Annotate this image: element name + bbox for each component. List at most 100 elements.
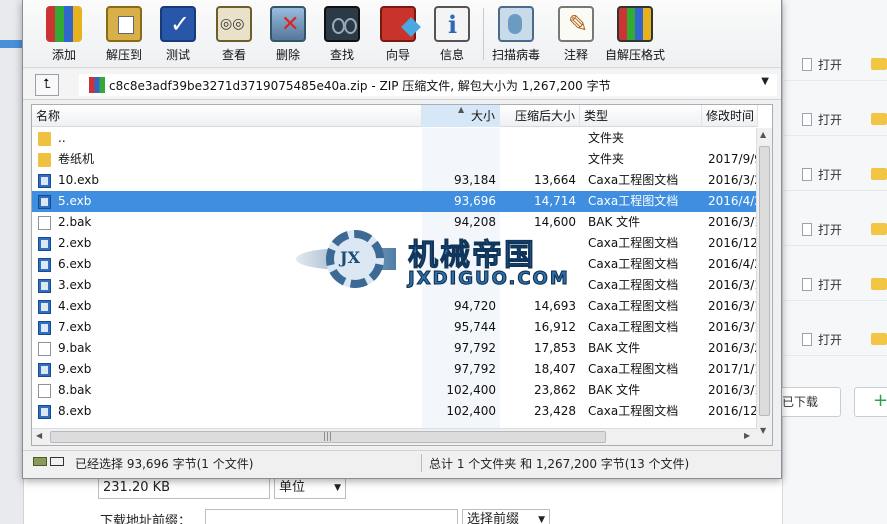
open-button[interactable]: 打开 (802, 221, 842, 238)
file-name: 2.exb (58, 236, 92, 250)
file-size: 97,792 (454, 362, 496, 376)
up-arrow-icon: ⮤ (43, 77, 51, 92)
open-button[interactable]: 打开 (802, 276, 842, 293)
caxa-file-icon (38, 174, 51, 188)
file-row[interactable]: 2.bak 94,208 14,600 BAK 文件 2016/3/1 (32, 212, 762, 233)
column-header-type[interactable]: 类型 (580, 105, 702, 127)
add-button[interactable]: + (854, 387, 887, 417)
address-bar: ⮤ c8c8e3adf39be3271d3719075485e40a.zip -… (23, 70, 781, 100)
file-size: 95,744 (454, 320, 496, 334)
toolbar-sfx-label: 自解压格式 (604, 48, 665, 62)
file-name: 10.exb (58, 173, 99, 187)
status-total: 总计 1 个文件夹 和 1,267,200 字节(13 个文件) (429, 457, 690, 471)
file-rows: .. 文件夹 卷纸机 文件夹 2017/9/9 10.exb 93,184 13,664 Cax… (32, 128, 762, 422)
toolbar-view-button[interactable]: 查看 (207, 6, 261, 64)
info-icon (434, 6, 470, 42)
toolbar-info-button[interactable]: 信息 (425, 6, 479, 64)
file-row[interactable]: 8.exb 102,400 23,428 Caxa工程图文档 2016/12/ (32, 401, 762, 422)
toolbar-extract-to-label: 解压到 (105, 48, 142, 62)
scroll-right-icon[interactable]: ▶ (744, 431, 750, 440)
file-row[interactable]: 4.exb 94,720 14,693 Caxa工程图文档 2016/3/1 (32, 296, 762, 317)
document-icon (802, 58, 812, 71)
file-type: Caxa工程图文档 (588, 320, 679, 334)
toolbar-delete-button[interactable]: 删除 (261, 6, 315, 64)
address-field[interactable]: c8c8e3adf39be3271d3719075485e40a.zip - Z… (79, 74, 777, 96)
file-row[interactable]: 9.exb 97,792 18,407 Caxa工程图文档 2017/1/1 (32, 359, 762, 380)
folder-icon[interactable] (871, 223, 887, 235)
open-button-label: 打开 (818, 333, 843, 347)
folder-icon[interactable] (871, 168, 887, 180)
address-text: c8c8e3adf39be3271d3719075485e40a.zip - Z… (109, 79, 611, 93)
downloaded-button[interactable]: 已下载 (776, 387, 841, 417)
scroll-left-icon[interactable]: ◀ (36, 431, 42, 440)
file-packed: 16,912 (534, 320, 576, 334)
toolbar-extract-to-button[interactable]: 解压到 (97, 6, 151, 64)
toolbar-wizard-button[interactable]: 向导 (371, 6, 425, 64)
folder-icon[interactable] (871, 278, 887, 290)
test-check-icon (160, 6, 196, 42)
up-folder-button[interactable]: ⮤ (35, 74, 59, 96)
column-header-size-label: 大小 (470, 109, 495, 123)
column-header-name[interactable]: 名称 (32, 105, 422, 127)
file-row[interactable]: 卷纸机 文件夹 2017/9/9 (32, 149, 762, 170)
file-size: 93,696 (454, 194, 496, 208)
toolbar-delete-label: 删除 (275, 48, 300, 62)
file-row[interactable]: .. 文件夹 (32, 128, 758, 149)
file-packed: 18,407 (534, 362, 576, 376)
archive-window: 添加 解压到 测试 查看 删除 查找 向导 信息 扫描病毒 注释 自解压格式 ⮤ c8c8e3adf… (22, 0, 782, 479)
scroll-down-icon[interactable]: ▼ (760, 426, 766, 435)
file-name: 7.exb (58, 320, 92, 334)
vertical-scroll-thumb[interactable] (759, 146, 770, 416)
open-button[interactable]: 打开 (802, 331, 842, 348)
folder-icon[interactable] (871, 113, 887, 125)
toolbar-add-button[interactable]: 添加 (37, 6, 91, 64)
horizontal-scrollbar[interactable]: ◀ ||| ▶ (32, 428, 758, 445)
file-name: 5.exb (58, 194, 92, 208)
toolbar-scan-virus-button[interactable]: 扫描病毒 (489, 6, 543, 64)
file-row[interactable]: 7.exb 95,744 16,912 Caxa工程图文档 2016/3/1 (32, 317, 762, 338)
column-header-packed[interactable]: 压缩后大小 (500, 105, 580, 127)
file-type: 文件夹 (588, 131, 625, 145)
toolbar-scan-virus-label: 扫描病毒 (491, 48, 540, 62)
open-button-label: 打开 (818, 278, 843, 292)
column-header-size[interactable]: ▲ 大小 (422, 105, 500, 127)
file-row[interactable]: 5.exb 93,696 14,714 Caxa工程图文档 2016/4/2 (32, 191, 762, 212)
file-packed (500, 128, 576, 149)
file-row[interactable]: 2.exb Caxa工程图文档 2016/12/ (32, 233, 762, 254)
file-type: Caxa工程图文档 (588, 236, 679, 250)
open-button[interactable]: 打开 (802, 166, 842, 183)
unit-select[interactable]: 单位 ▼ (274, 477, 346, 499)
open-button[interactable]: 打开 (802, 111, 842, 128)
column-header-modified[interactable]: 修改时间 (702, 105, 758, 127)
comment-pen-icon (558, 6, 594, 42)
file-row[interactable]: 6.exb Caxa工程图文档 2016/4/2 (32, 254, 762, 275)
toolbar-comment-button[interactable]: 注释 (549, 6, 603, 64)
prefix-select[interactable]: 选择前缀 ▼ (462, 509, 550, 524)
file-row[interactable]: 10.exb 93,184 13,664 Caxa工程图文档 2016/3/2 (32, 170, 762, 191)
file-type: Caxa工程图文档 (588, 362, 679, 376)
open-button-label: 打开 (818, 113, 843, 127)
file-packed (500, 149, 576, 170)
toolbar-test-button[interactable]: 测试 (151, 6, 205, 64)
file-row[interactable]: 9.bak 97,792 17,853 BAK 文件 2016/3/2 (32, 338, 762, 359)
toolbar-sfx-button[interactable]: 自解压格式 (603, 6, 667, 64)
file-size-field[interactable]: 231.20 KB (98, 477, 270, 499)
open-button[interactable]: 打开 (802, 56, 842, 73)
folder-icon[interactable] (871, 58, 887, 70)
file-row[interactable]: 3.exb Caxa工程图文档 2016/3/1 (32, 275, 762, 296)
file-size: 94,720 (454, 299, 496, 313)
download-prefix-input[interactable] (205, 509, 458, 524)
file-type: 文件夹 (588, 152, 625, 166)
horizontal-scroll-thumb[interactable]: ||| (50, 431, 606, 443)
file-type: Caxa工程图文档 (588, 257, 679, 271)
toolbar-find-button[interactable]: 查找 (315, 6, 369, 64)
scroll-up-icon[interactable]: ▲ (760, 130, 766, 139)
vertical-scrollbar[interactable]: ▲ ▼ (756, 128, 772, 445)
chevron-down-icon[interactable]: ▼ (761, 76, 769, 87)
file-name: 8.exb (58, 404, 92, 418)
file-row[interactable]: 8.bak 102,400 23,862 BAK 文件 2016/3/1 (32, 380, 762, 401)
folder-icon[interactable] (871, 333, 887, 345)
file-size: 93,184 (454, 173, 496, 187)
column-header-packed-label: 压缩后大小 (514, 109, 575, 123)
file-list: 名称 ▲ 大小 压缩后大小 类型 修改时间 .. 文件夹 卷纸机 文件夹 2017/9/9… (31, 104, 773, 446)
